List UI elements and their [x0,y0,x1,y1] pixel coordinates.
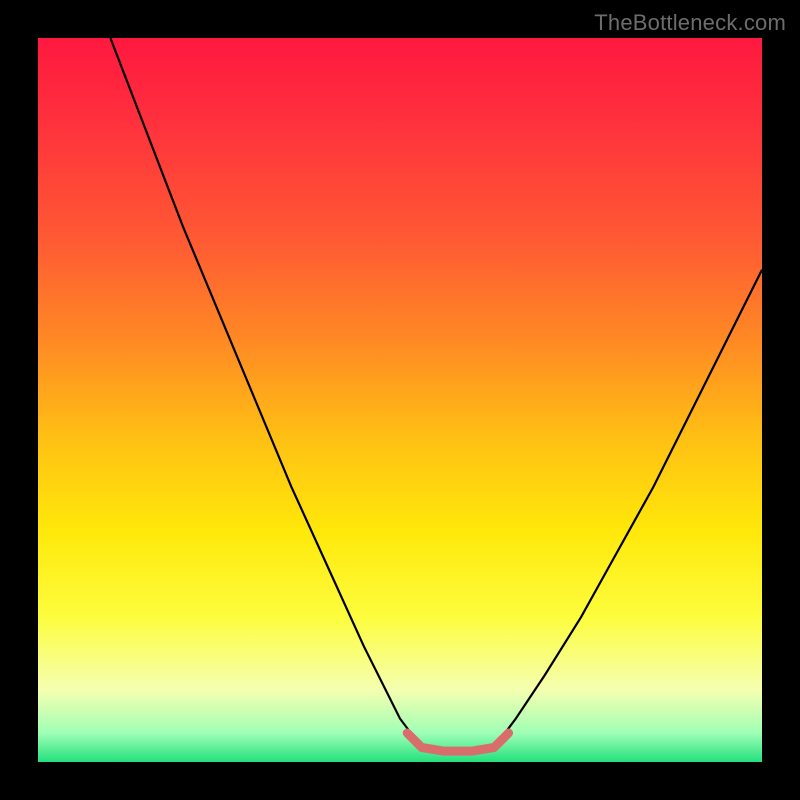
plot-area [38,38,762,762]
curve-layer [38,38,762,762]
right-valley-arm-path [494,270,762,748]
valley-bottom-path [407,733,508,751]
chart-frame: TheBottleneck.com [0,0,800,800]
left-valley-arm-path [110,38,421,748]
watermark-text: TheBottleneck.com [594,10,786,36]
